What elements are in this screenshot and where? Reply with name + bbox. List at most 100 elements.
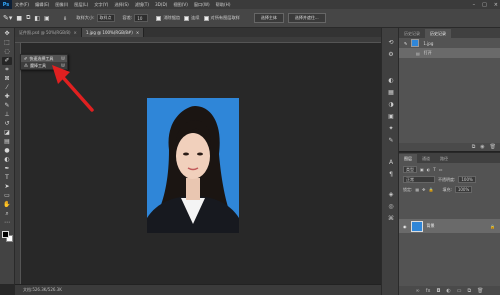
move-icon[interactable]: ✥	[2, 30, 12, 38]
menu-image[interactable]: 图像(I)	[52, 2, 71, 8]
maximize-button[interactable]: □	[482, 2, 487, 8]
adjustment-layer-icon[interactable]: ◐	[446, 288, 450, 294]
adjustments-panel-icon[interactable]: ◑	[386, 100, 396, 109]
zoom-icon[interactable]: ⌕	[2, 210, 12, 218]
filter-adjust-icon[interactable]: ◐	[427, 167, 431, 172]
blur-icon[interactable]: ●	[2, 147, 12, 155]
eyedropper-icon[interactable]: ⁄	[2, 84, 12, 92]
tab-document-2[interactable]: 1.jpg @ 100%(RGB/8#) ×	[81, 28, 145, 37]
stamp-icon[interactable]: ⊥	[2, 111, 12, 119]
lasso-icon[interactable]: ◌	[2, 48, 12, 56]
foreground-color[interactable]	[1, 231, 9, 238]
link-layers-icon[interactable]: ∞	[416, 288, 420, 294]
close-tab-icon[interactable]: ×	[136, 30, 139, 35]
flyout-quick-select[interactable]: ✐ 快速选择工具 W	[21, 55, 67, 62]
lock-pixels-icon[interactable]: ▦	[415, 187, 419, 192]
tab-channels[interactable]: 通道	[417, 154, 435, 163]
menu-help[interactable]: 帮助(H)	[213, 2, 234, 8]
paths-panel-icon[interactable]: ⌘	[386, 214, 396, 223]
tab-history[interactable]: 历史记录	[399, 29, 425, 38]
filter-type-icon[interactable]: T	[433, 167, 435, 172]
history-item[interactable]: ▤ 打开	[399, 48, 500, 58]
marquee-icon[interactable]: ⬚	[2, 39, 12, 47]
styles-panel-icon[interactable]: ✦	[386, 124, 396, 133]
tolerance-input[interactable]: 10	[134, 14, 149, 22]
history-source-row[interactable]: ✎ 1.jpg	[399, 38, 500, 48]
intersect-selection-icon[interactable]: ▣	[44, 15, 50, 22]
tool-preset-icon[interactable]: ✎▾	[3, 14, 12, 22]
new-layer-icon[interactable]: ⧉	[468, 288, 472, 294]
lock-all-icon[interactable]: 🔒	[429, 187, 434, 192]
hand-icon[interactable]: ✋	[2, 201, 12, 209]
tab-paths[interactable]: 路径	[435, 154, 453, 163]
visibility-eye-icon[interactable]: ◉	[403, 224, 407, 229]
tab-label: 1.jpg @ 100%(RGB/8#)	[85, 30, 133, 35]
layer-row-background[interactable]: ◉ 背景 🔒	[399, 219, 500, 233]
quick-select-icon[interactable]: ✐	[2, 57, 12, 65]
layer-kind-select[interactable]: 类型	[403, 166, 417, 173]
brush-panel-icon[interactable]: ✎	[386, 136, 396, 145]
filter-pixel-icon[interactable]: ▣	[420, 167, 424, 172]
close-window-button[interactable]: ×	[494, 2, 498, 8]
menu-file[interactable]: 文件(F)	[12, 2, 32, 8]
path-select-icon[interactable]: ➤	[2, 183, 12, 191]
channels-panel-icon[interactable]: ◎	[386, 202, 396, 211]
paragraph-panel-icon[interactable]: ¶	[386, 170, 396, 179]
contiguous-checkbox[interactable]	[184, 15, 190, 21]
menu-layer[interactable]: 图层(L)	[71, 2, 91, 8]
menu-select[interactable]: 选择(S)	[111, 2, 131, 8]
subtract-selection-icon[interactable]: ◧	[34, 15, 40, 22]
brush-icon[interactable]: ✎	[2, 102, 12, 110]
history-brush-icon[interactable]: ↺	[2, 120, 12, 128]
select-subject-button[interactable]: 选择主体	[253, 13, 284, 23]
sample-size-select[interactable]: 取样点	[96, 14, 115, 22]
tab-layers[interactable]: 图层	[399, 154, 417, 163]
portrait-photo	[147, 98, 239, 233]
new-document-icon[interactable]: ⧉	[472, 144, 476, 150]
swatches-panel-icon[interactable]: ▦	[386, 88, 396, 97]
add-selection-icon[interactable]: ⧉	[26, 14, 30, 22]
new-selection-icon[interactable]: ■	[16, 15, 22, 22]
fx-icon[interactable]: fx	[426, 288, 431, 294]
libraries-panel-icon[interactable]: ▣	[386, 112, 396, 121]
sample-all-checkbox[interactable]	[203, 15, 209, 21]
lock-position-icon[interactable]: ✥	[422, 187, 425, 192]
crop-icon[interactable]: ⌗	[2, 66, 12, 74]
new-group-icon[interactable]: ▭	[457, 288, 462, 294]
healing-icon[interactable]: ✚	[2, 93, 12, 101]
select-and-mask-button[interactable]: 选择并遮住...	[287, 13, 326, 23]
opacity-input[interactable]: 100%	[458, 176, 476, 183]
character-panel-icon[interactable]: A	[386, 158, 396, 167]
dodge-icon[interactable]: ◐	[2, 156, 12, 164]
pen-icon[interactable]: ✒	[2, 165, 12, 173]
fill-input[interactable]: 100%	[454, 186, 473, 193]
history-brush-source-icon[interactable]: ✎	[404, 41, 407, 46]
type-icon[interactable]: T	[2, 174, 12, 182]
menu-window[interactable]: 窗口(W)	[191, 2, 213, 8]
gradient-icon[interactable]: ▤	[2, 138, 12, 146]
menu-filter[interactable]: 滤镜(T)	[132, 2, 152, 8]
menu-type[interactable]: 文字(Y)	[91, 2, 111, 8]
blend-mode-select[interactable]: 正常	[403, 176, 435, 183]
more-icon[interactable]: ⋯	[2, 219, 12, 227]
close-tab-icon[interactable]: ×	[74, 30, 77, 35]
tab-document-1[interactable]: 证件照.psd @ 50%(RGB/8) ×	[15, 28, 82, 37]
tab-history-active[interactable]: 历史记录	[425, 29, 451, 38]
history-panel-icon[interactable]: ⟲	[386, 38, 396, 47]
properties-panel-icon[interactable]: ⚙	[386, 50, 396, 59]
filter-shape-icon[interactable]: ▭	[439, 167, 443, 172]
eraser-icon[interactable]: ◪	[2, 129, 12, 137]
antialias-checkbox[interactable]	[156, 15, 162, 21]
layers-panel-icon[interactable]: ◈	[386, 190, 396, 199]
delete-layer-icon[interactable]: 🗑	[477, 288, 483, 294]
menu-3d[interactable]: 3D(D)	[152, 2, 170, 7]
color-panel-icon[interactable]: ◐	[386, 76, 396, 85]
menu-edit[interactable]: 编辑(E)	[32, 2, 52, 8]
frame-icon[interactable]: ⊠	[2, 75, 12, 83]
menu-view[interactable]: 视图(V)	[170, 2, 191, 8]
snapshot-icon[interactable]: ◉	[480, 144, 484, 150]
rectangle-icon[interactable]: ▭	[2, 192, 12, 200]
trash-icon[interactable]: 🗑	[490, 144, 496, 150]
minimize-button[interactable]: –	[473, 2, 476, 8]
add-mask-icon[interactable]: ◘	[436, 288, 440, 294]
